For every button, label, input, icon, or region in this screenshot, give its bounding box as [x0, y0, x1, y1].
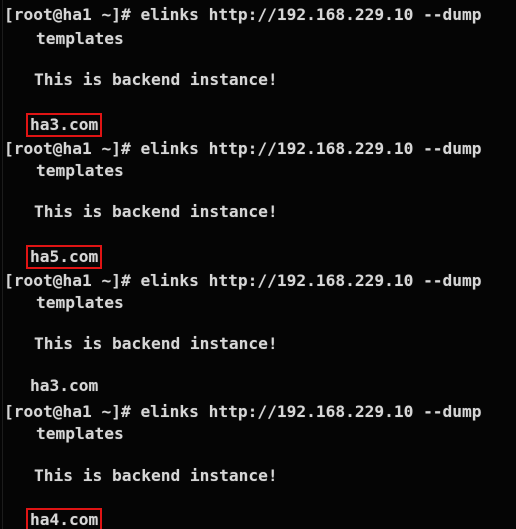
command-line: [root@ha1 ~]# elinks http://192.168.229.… [4, 139, 482, 158]
output-message: This is backend instance! [34, 70, 278, 89]
command-wrap-line: templates [36, 424, 124, 443]
command-wrap-line: templates [36, 161, 124, 180]
command-wrap-line: templates [36, 29, 124, 48]
highlight-box-ha3: ha3.com [26, 113, 103, 137]
highlight-box-ha4: ha4.com [26, 508, 103, 529]
backend-host-line: ha3.com [0, 376, 98, 396]
command-line: [root@ha1 ~]# elinks http://192.168.229.… [4, 271, 482, 290]
output-message: This is backend instance! [34, 466, 278, 485]
highlight-box-ha5: ha5.com [26, 245, 103, 269]
output-message: This is backend instance! [34, 202, 278, 221]
command-wrap-line: templates [36, 293, 124, 312]
terminal-window[interactable]: [root@ha1 ~]# elinks http://192.168.229.… [0, 0, 516, 529]
command-line: [root@ha1 ~]# elinks http://192.168.229.… [4, 5, 482, 24]
backend-host-line: ha4.com [0, 508, 103, 529]
backend-host-line: ha5.com [0, 245, 103, 269]
host-label-ha3-plain: ha3.com [30, 376, 99, 395]
output-message: This is backend instance! [34, 334, 278, 353]
backend-host-line: ha3.com [0, 113, 103, 137]
command-line: [root@ha1 ~]# elinks http://192.168.229.… [4, 402, 482, 421]
